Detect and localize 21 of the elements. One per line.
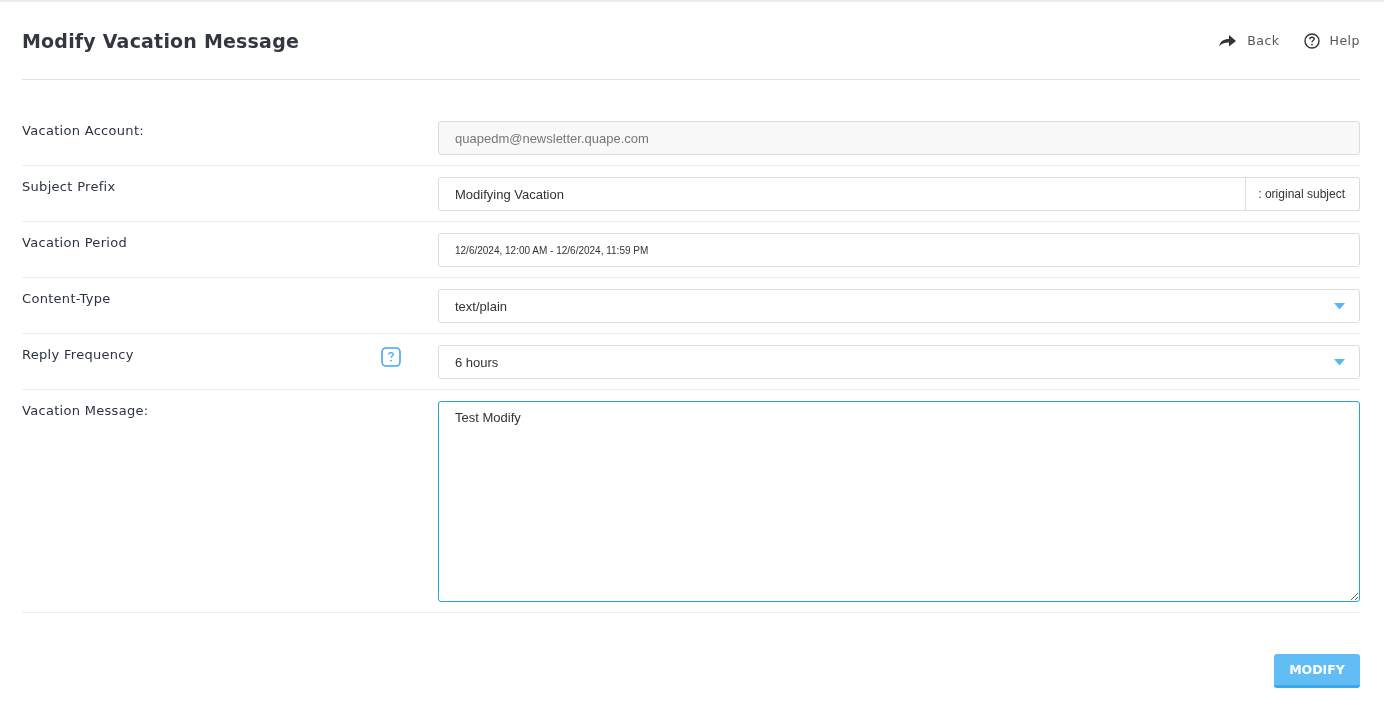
message-textarea[interactable]: Test Modify bbox=[438, 401, 1360, 602]
field-label: Content-Type bbox=[22, 291, 111, 306]
field-label: Vacation Period bbox=[22, 235, 128, 250]
dropdown[interactable]: text/plain bbox=[438, 289, 1360, 323]
caret-down-icon bbox=[1334, 358, 1345, 366]
back-link[interactable]: Back bbox=[1218, 32, 1280, 49]
share-arrow-icon bbox=[1218, 33, 1238, 48]
help-icon[interactable] bbox=[381, 347, 401, 367]
account-field[interactable]: quapedm@newsletter.quape.com bbox=[438, 121, 1360, 155]
field-label: Vacation Account: bbox=[22, 123, 144, 138]
field-label: Reply Frequency bbox=[22, 347, 134, 362]
field-label: Vacation Message: bbox=[22, 403, 149, 418]
page-title: Modify Vacation Message bbox=[22, 29, 300, 52]
subject-prefix-field[interactable]: Modifying Vacation bbox=[438, 177, 1247, 211]
caret-down-icon bbox=[1334, 302, 1345, 310]
suffix-addon: : original subject bbox=[1246, 177, 1360, 211]
dropdown[interactable]: 6 hours bbox=[438, 345, 1360, 379]
field-label: Subject Prefix bbox=[22, 179, 116, 194]
date-range-field[interactable]: 12/6/2024, 12:00 AM - 12/6/2024, 11:59 PM bbox=[438, 233, 1360, 267]
help-icon bbox=[1303, 32, 1320, 49]
help-link[interactable]: Help bbox=[1303, 32, 1360, 49]
